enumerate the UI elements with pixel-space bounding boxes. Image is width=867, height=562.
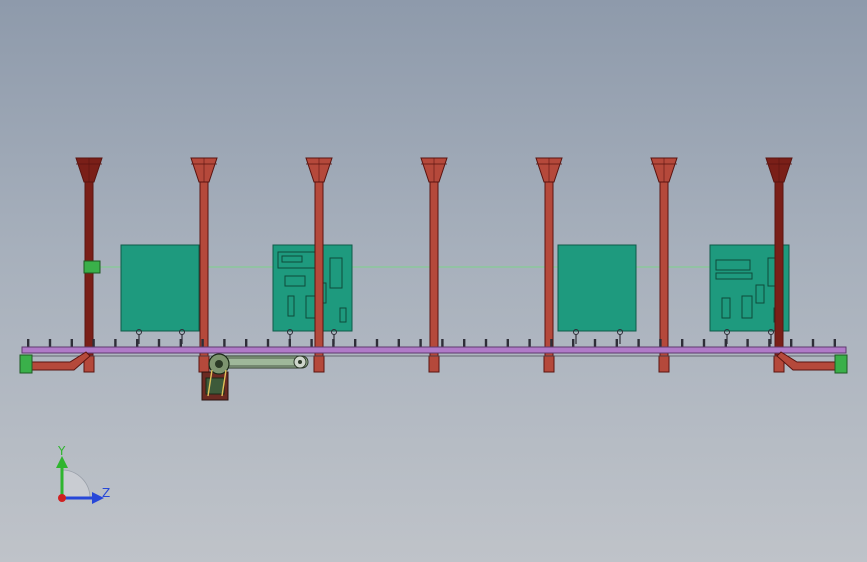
coordinate-triad[interactable]: Y Z <box>56 444 110 504</box>
post-6[interactable] <box>650 157 678 373</box>
panel-clip <box>617 329 623 344</box>
panel-3[interactable] <box>557 244 637 332</box>
y-axis-label: Y <box>57 444 66 458</box>
panel-2-circuit[interactable] <box>272 244 353 332</box>
left-end-bracket[interactable] <box>19 351 91 374</box>
sensor-block[interactable] <box>83 260 101 274</box>
panel-group <box>120 244 790 332</box>
z-axis-label: Z <box>102 486 110 500</box>
x-axis-dot <box>58 494 66 502</box>
cad-viewport[interactable]: Y Z <box>0 0 867 562</box>
main-rail[interactable] <box>21 346 847 354</box>
panel-1[interactable] <box>120 244 200 332</box>
clip-group <box>136 329 774 344</box>
right-end-bracket[interactable] <box>776 351 848 374</box>
